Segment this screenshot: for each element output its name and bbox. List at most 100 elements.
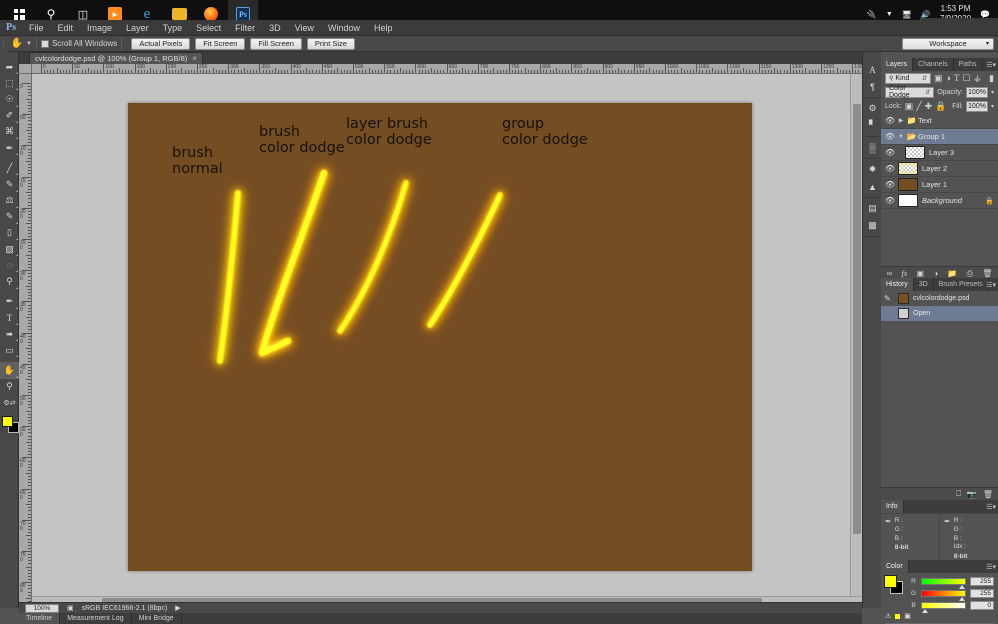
layer-row-layer-1[interactable]: 👁 Layer 1: [881, 177, 998, 193]
web-safe-icon[interactable]: ▣: [904, 612, 911, 620]
network-icon[interactable]: 🖥: [902, 10, 912, 19]
type-tool[interactable]: T: [0, 310, 19, 326]
scroll-all-windows-checkbox[interactable]: Scroll All Windows: [41, 39, 117, 48]
layer-row-text[interactable]: 👁 ▶ 📁 Text: [881, 113, 998, 129]
tab-info[interactable]: Info: [881, 500, 904, 513]
link-layers-icon[interactable]: ∞: [887, 269, 893, 278]
filter-type-layers-icon[interactable]: T: [954, 73, 960, 83]
lock-image-icon[interactable]: ╱: [916, 101, 921, 112]
disclosure-triangle-icon[interactable]: ▼: [897, 134, 905, 140]
document-icon[interactable]: ▣: [67, 604, 74, 612]
history-snapshot-row[interactable]: ✎ cvlcolordodge.psd: [881, 291, 998, 306]
layer-style-icon[interactable]: fx: [902, 269, 908, 278]
masks-panel-icon[interactable]: ▲: [863, 178, 882, 195]
eyedropper-tool[interactable]: ✒: [0, 140, 19, 156]
visibility-toggle-icon[interactable]: 👁: [883, 180, 897, 189]
actual-pixels-button[interactable]: Actual Pixels: [131, 38, 190, 50]
marquee-tool[interactable]: ⬚: [0, 75, 19, 91]
color-channel-g[interactable]: G 255: [906, 587, 998, 599]
adjustments-panel-icon[interactable]: ⚙: [863, 100, 882, 117]
layer-filter-kind-select[interactable]: ⚲ Kind ⇵: [885, 73, 931, 84]
filter-pixel-layers-icon[interactable]: ▣: [934, 73, 943, 84]
filter-shape-layers-icon[interactable]: ☐: [962, 73, 970, 84]
visibility-toggle-icon[interactable]: 👁: [883, 116, 897, 125]
lasso-tool[interactable]: ☉: [0, 91, 19, 107]
blur-tool[interactable]: ◌: [0, 257, 19, 273]
layer-thumbnail[interactable]: [898, 194, 918, 207]
pen-tool[interactable]: ✒: [0, 294, 19, 310]
layer-thumbnail[interactable]: [898, 178, 918, 191]
eraser-tool[interactable]: ▯: [0, 225, 19, 241]
fill-field[interactable]: 100%: [966, 101, 988, 112]
crop-tool[interactable]: ⌘: [0, 124, 19, 140]
blend-mode-select[interactable]: Color Dodge ⇵: [885, 87, 934, 98]
rectangle-tool[interactable]: ▭: [0, 342, 19, 358]
color-slider-r[interactable]: [921, 578, 966, 585]
spot-healing-brush-tool[interactable]: ╱: [0, 160, 19, 176]
dodge-tool[interactable]: ⚲: [0, 273, 19, 289]
styles-panel-icon[interactable]: ▘: [863, 117, 882, 134]
tools-panel-grip[interactable]: ··: [0, 52, 18, 59]
menu-item-type[interactable]: Type: [156, 20, 190, 36]
new-document-from-state-icon[interactable]: ⎕: [956, 489, 961, 499]
layer-row-layer-3[interactable]: 👁 Layer 3: [881, 145, 998, 161]
paragraph-panel-icon[interactable]: ¶: [863, 78, 882, 95]
slider-knob[interactable]: [959, 585, 965, 589]
status-menu-arrow-icon[interactable]: ▶: [175, 604, 180, 612]
color-panel-foreground-swatch[interactable]: [884, 575, 897, 588]
color-value-r[interactable]: 255: [970, 577, 994, 586]
workspace-selector[interactable]: Workspace ▾: [902, 38, 994, 50]
filter-smart-objects-icon[interactable]: ⚶: [974, 73, 982, 84]
menu-item-window[interactable]: Window: [321, 20, 367, 36]
color-slider-g[interactable]: [921, 590, 966, 597]
tab-3d[interactable]: 3D: [914, 278, 934, 291]
menu-item-layer[interactable]: Layer: [119, 20, 156, 36]
navigator-panel-icon[interactable]: ✸: [863, 161, 882, 178]
history-brush-tool[interactable]: ✎: [0, 209, 19, 225]
lock-transparency-icon[interactable]: ▣: [905, 101, 914, 112]
opacity-chevron-icon[interactable]: ▾: [991, 89, 994, 96]
info-panel-menu-icon[interactable]: ☰▾: [986, 503, 996, 511]
tab-paths[interactable]: Paths: [954, 58, 983, 71]
layers-panel-menu-icon[interactable]: ☰▾: [986, 61, 996, 69]
tool-preset-chevron-icon[interactable]: ▼: [26, 41, 32, 47]
new-layer-icon[interactable]: ⎙: [967, 269, 973, 279]
color-panel-swatches[interactable]: [884, 575, 903, 594]
move-tool[interactable]: ➦: [0, 59, 19, 75]
fill-chevron-icon[interactable]: ▾: [991, 103, 994, 110]
actions-panel-icon[interactable]: ▤: [863, 200, 882, 217]
menu-item-edit[interactable]: Edit: [51, 20, 81, 36]
layer-row-group-1[interactable]: 👁 ▼ 📂 Group 1: [881, 129, 998, 145]
layer-thumbnail[interactable]: [905, 146, 925, 159]
clone-source-panel-icon[interactable]: ▩: [863, 217, 882, 234]
delete-layer-icon[interactable]: 🗑: [982, 269, 992, 278]
vertical-scroll-thumb[interactable]: [853, 104, 861, 534]
layer-row-layer-2[interactable]: 👁 Layer 2: [881, 161, 998, 177]
menu-item-help[interactable]: Help: [367, 20, 400, 36]
menu-item-3d[interactable]: 3D: [262, 20, 288, 36]
menu-item-file[interactable]: File: [22, 20, 51, 36]
layer-row-background[interactable]: 👁 Background 🔒: [881, 193, 998, 209]
color-slider-b[interactable]: [921, 602, 966, 609]
new-group-icon[interactable]: 📁: [947, 269, 957, 278]
tab-mini-bridge[interactable]: Mini Bridge: [132, 613, 182, 624]
panel-strip-grip[interactable]: ··: [863, 52, 881, 59]
hand-tool[interactable]: ✋: [0, 362, 19, 378]
lock-all-icon[interactable]: 🔒: [935, 101, 946, 112]
zoom-tool[interactable]: ⚲: [0, 379, 19, 395]
vertical-ruler[interactable]: 0501001502002503003504004505005506006507…: [19, 74, 32, 608]
print-size-button[interactable]: Print Size: [307, 38, 355, 50]
color-value-g[interactable]: 255: [970, 589, 994, 598]
history-brush-source-icon[interactable]: ✎: [884, 294, 894, 303]
tab-brush-presets[interactable]: Brush Presets: [934, 278, 989, 291]
lock-position-icon[interactable]: ✚: [925, 101, 933, 112]
filter-toggle-icon[interactable]: ▮: [989, 73, 994, 84]
options-bar-grip[interactable]: ⋮: [0, 36, 8, 52]
color-channel-r[interactable]: R 255: [906, 575, 998, 587]
layer-mask-icon[interactable]: ▣: [917, 269, 925, 278]
color-swatches[interactable]: [0, 414, 19, 436]
visibility-toggle-icon[interactable]: 👁: [883, 164, 897, 173]
canvas-area[interactable]: brush normal brush color dodge layer bru…: [32, 74, 862, 608]
foreground-color-swatch[interactable]: [2, 416, 13, 427]
out-of-gamut-swatch[interactable]: [894, 613, 901, 620]
